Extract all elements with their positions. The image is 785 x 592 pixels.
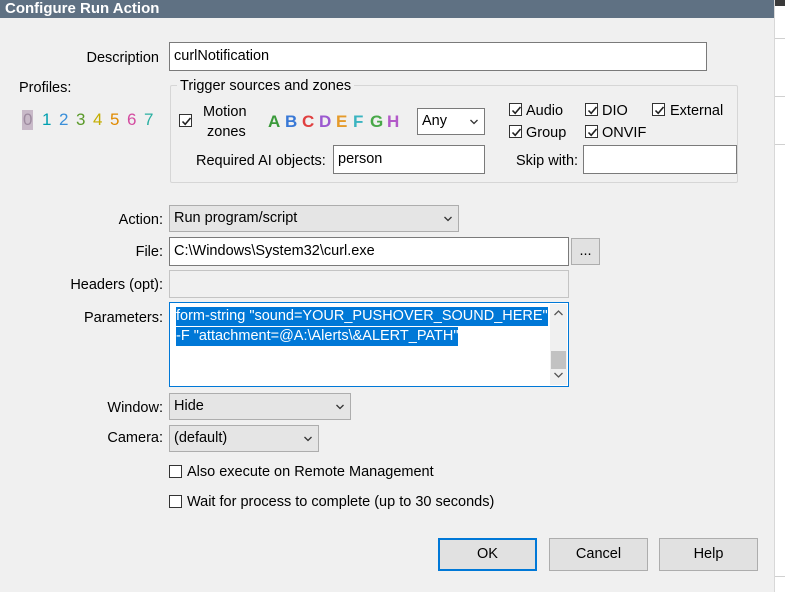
parameters-scrollbar[interactable] [550, 304, 567, 385]
background-divider [775, 0, 785, 6]
profile-4[interactable]: 4 [93, 110, 102, 130]
required-ai-input[interactable]: person [333, 145, 485, 174]
background-window-edge [774, 0, 785, 592]
remote-management-label: Also execute on Remote Management [187, 464, 434, 480]
motion-zones-label-line2: zones [207, 124, 246, 140]
description-input[interactable]: curlNotification [169, 42, 707, 71]
group-label: Group [526, 125, 567, 141]
profile-5[interactable]: 5 [110, 110, 119, 130]
checkmark-icon [511, 128, 522, 137]
zone-f[interactable]: F [353, 112, 363, 132]
ok-button[interactable]: OK [438, 538, 537, 571]
zone-match-select[interactable]: Any [417, 108, 485, 135]
profile-0[interactable]: 0 [22, 110, 34, 130]
checkmark-icon [511, 106, 522, 115]
zone-d[interactable]: D [319, 112, 331, 132]
profile-2[interactable]: 2 [59, 110, 68, 130]
profile-6[interactable]: 6 [127, 110, 136, 130]
window-mode-value: Hide [174, 398, 204, 414]
group-checkbox[interactable] [509, 125, 522, 138]
background-divider [775, 576, 785, 577]
wait-process-label: Wait for process to complete (up to 30 s… [187, 494, 495, 510]
background-divider [775, 96, 785, 97]
zone-a[interactable]: A [268, 112, 280, 132]
zone-e[interactable]: E [336, 112, 347, 132]
description-label: Description [86, 50, 159, 66]
zone-b[interactable]: B [285, 112, 297, 132]
checkmark-icon [181, 117, 192, 126]
required-ai-label: Required AI objects: [196, 153, 326, 169]
profile-7[interactable]: 7 [144, 110, 153, 130]
checkmark-icon [587, 106, 598, 115]
profile-selector: 0 1 2 3 4 5 6 7 [20, 110, 160, 130]
window-mode-label: Window: [107, 400, 163, 416]
help-button[interactable]: Help [659, 538, 758, 571]
window-title: Configure Run Action [0, 0, 774, 18]
profile-1[interactable]: 1 [42, 110, 51, 130]
checkmark-icon [587, 128, 598, 137]
parameters-label: Parameters: [84, 310, 163, 326]
scroll-up-icon[interactable] [554, 310, 563, 316]
motion-zones-checkbox[interactable] [179, 114, 192, 127]
motion-zones-label-line1: Motion [203, 104, 247, 120]
onvif-checkbox[interactable] [585, 125, 598, 138]
scrollbar-thumb[interactable] [551, 351, 566, 369]
zone-match-value: Any [422, 113, 447, 129]
action-value: Run program/script [174, 210, 298, 226]
cancel-button[interactable]: Cancel [549, 538, 648, 571]
camera-value: (default) [174, 430, 228, 446]
audio-label: Audio [526, 103, 564, 119]
chevron-down-icon [444, 216, 452, 222]
parameters-line-2: -F "attachment=@A:\Alerts\&ALERT_PATH" [176, 327, 459, 346]
chevron-down-icon [470, 119, 478, 125]
audio-checkbox[interactable] [509, 103, 522, 116]
checkmark-icon [654, 106, 665, 115]
headers-input[interactable] [169, 270, 569, 298]
profile-3[interactable]: 3 [76, 110, 85, 130]
skip-with-input[interactable] [583, 145, 737, 174]
parameters-line-1: form-string "sound=YOUR_PUSHOVER_SOUND_H… [176, 307, 548, 326]
skip-with-label: Skip with: [516, 153, 579, 169]
chevron-down-icon [336, 404, 344, 410]
chevron-down-icon [304, 436, 312, 442]
onvif-label: ONVIF [602, 125, 647, 141]
action-select[interactable]: Run program/script [169, 205, 459, 232]
background-divider [775, 38, 785, 39]
trigger-group-title: Trigger sources and zones [177, 77, 355, 95]
window-mode-select[interactable]: Hide [169, 393, 351, 420]
dio-label: DIO [602, 103, 628, 119]
parameters-textarea[interactable]: form-string "sound=YOUR_PUSHOVER_SOUND_H… [169, 302, 569, 387]
file-label: File: [135, 244, 163, 260]
browse-button[interactable]: ... [571, 238, 600, 265]
external-checkbox[interactable] [652, 103, 665, 116]
profiles-label: Profiles: [19, 80, 72, 96]
wait-process-checkbox[interactable] [169, 495, 182, 508]
external-label: External [670, 103, 724, 119]
zone-c[interactable]: C [302, 112, 314, 132]
remote-management-checkbox[interactable] [169, 465, 182, 478]
scroll-down-icon[interactable] [554, 372, 563, 378]
background-divider [775, 144, 785, 145]
camera-select[interactable]: (default) [169, 425, 319, 452]
zone-g[interactable]: G [370, 112, 383, 132]
dio-checkbox[interactable] [585, 103, 598, 116]
action-label: Action: [118, 212, 163, 228]
camera-label: Camera: [107, 430, 163, 446]
file-input[interactable]: C:\Windows\System32\curl.exe [169, 237, 569, 266]
zone-h[interactable]: H [387, 112, 399, 132]
headers-label: Headers (opt): [70, 277, 163, 293]
